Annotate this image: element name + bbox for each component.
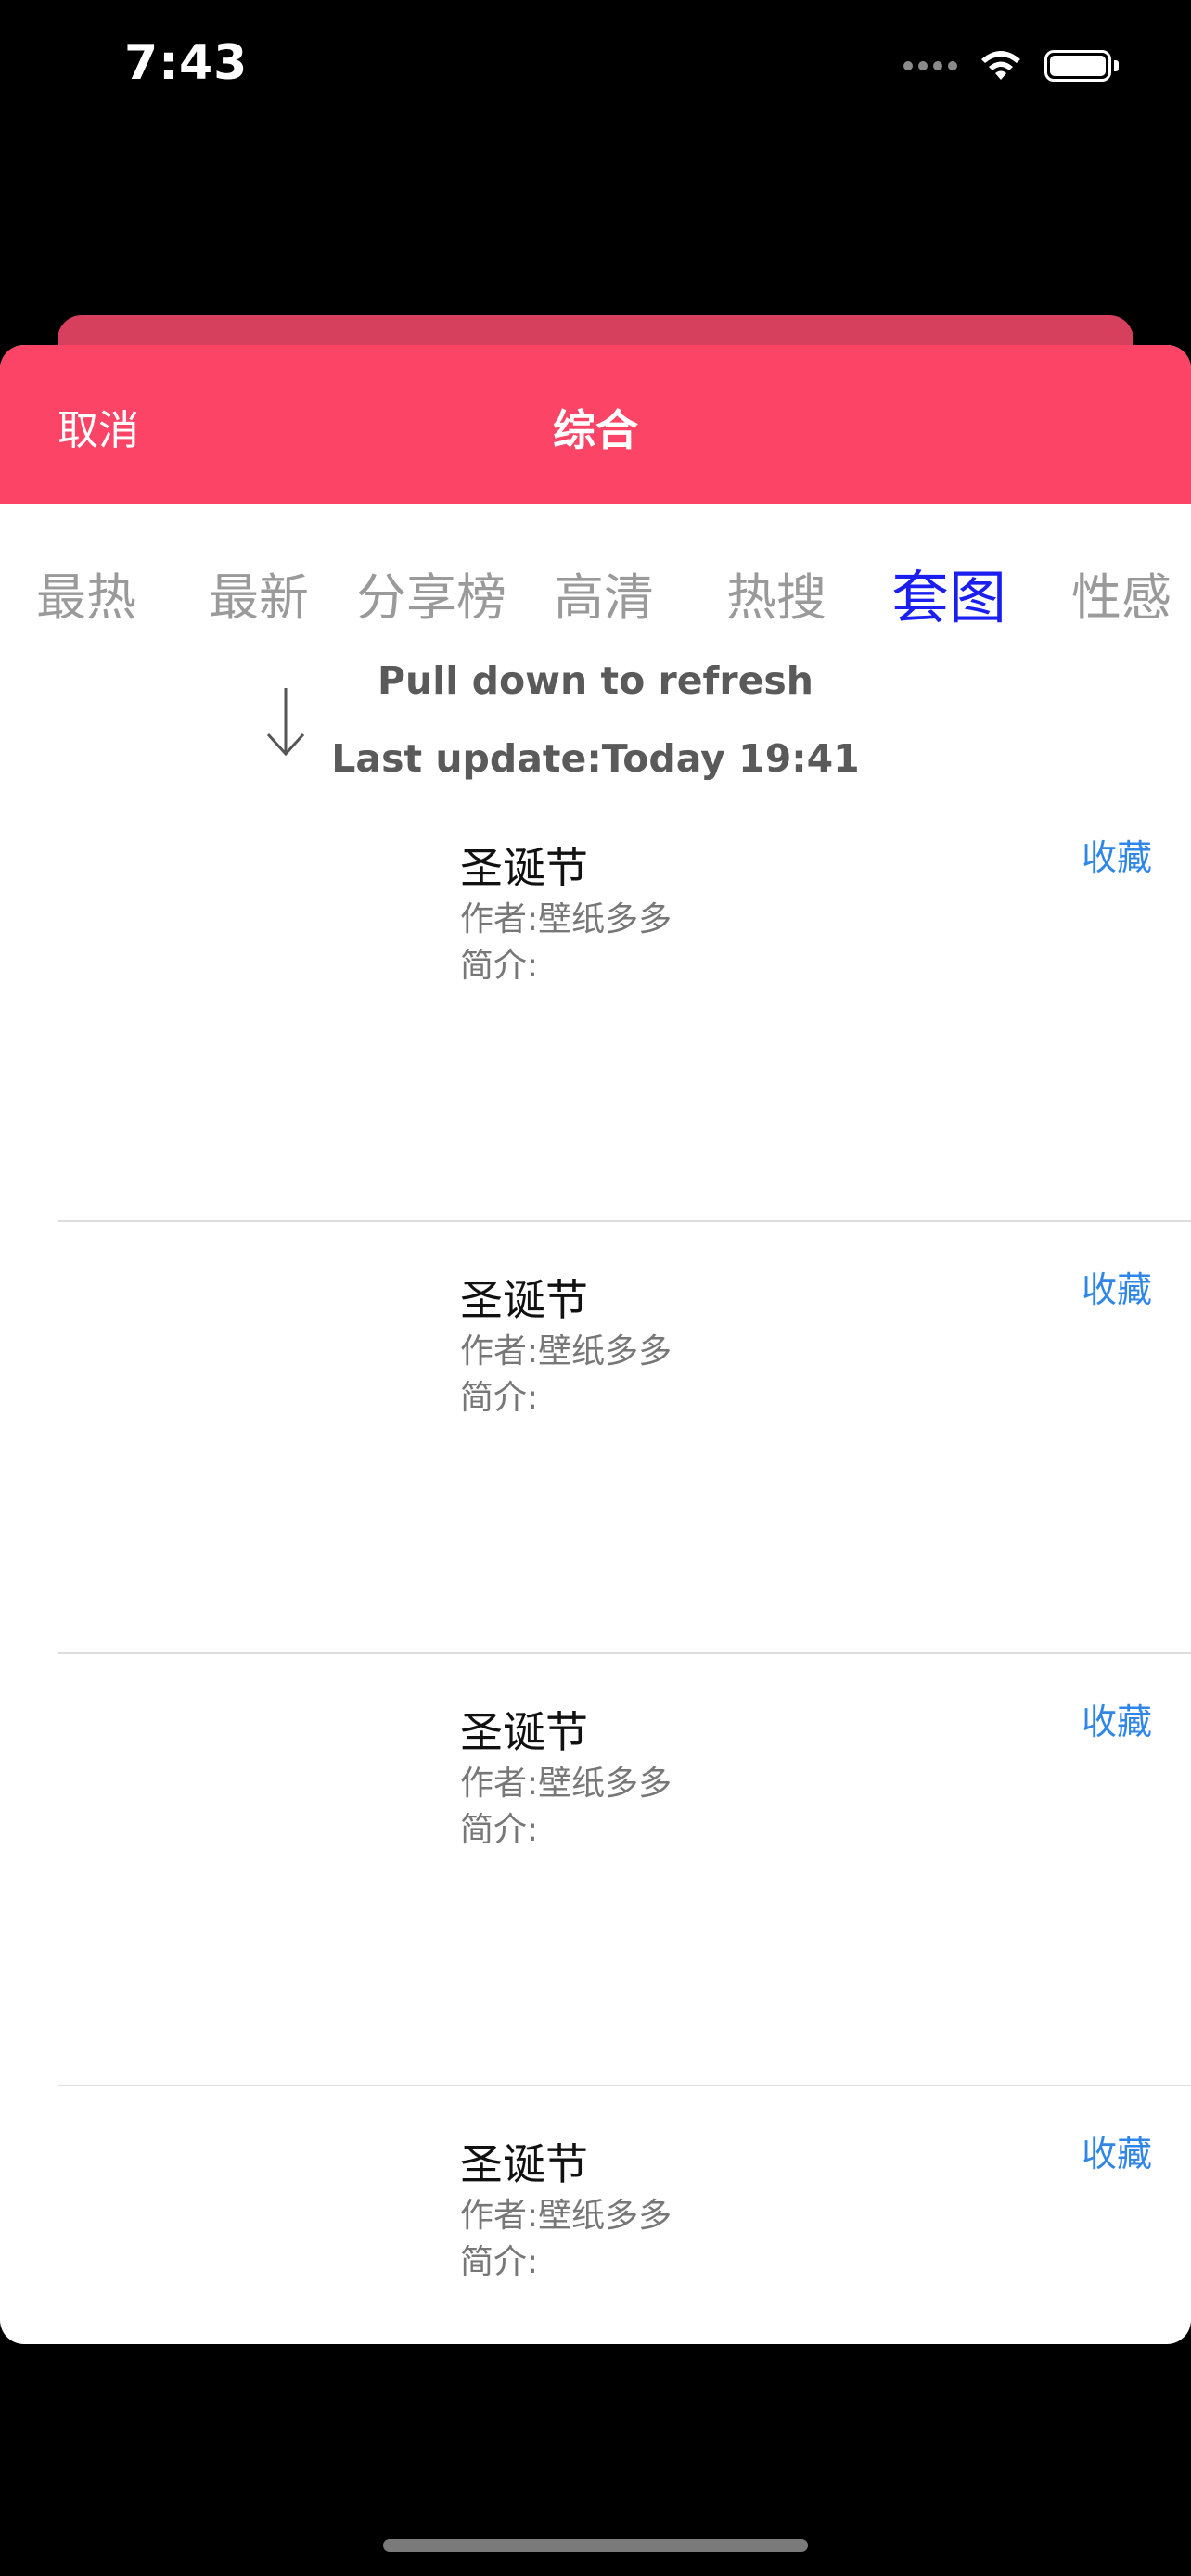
list-item[interactable]: 圣诞节 作者:壁纸多多 简介: 收藏 xyxy=(0,2086,1191,2344)
battery-icon xyxy=(1044,50,1119,82)
sheet-header: 取消 综合 xyxy=(0,345,1191,504)
category-sheet: 取消 综合 最热 最新 分享榜 高清 热搜 套图 性感 Pull down to… xyxy=(0,345,1191,2344)
item-title: 圣诞节 xyxy=(460,1707,588,1757)
item-intro: 简介: xyxy=(460,2243,539,2281)
photo-set-list: 圣诞节 作者:壁纸多多 简介: 收藏 圣诞节 作者:壁纸多多 简介: 收藏 圣诞… xyxy=(0,790,1191,2344)
status-icons xyxy=(903,48,1119,83)
list-item[interactable]: 圣诞节 作者:壁纸多多 简介: 收藏 xyxy=(0,790,1191,1222)
item-author: 作者:壁纸多多 xyxy=(460,2197,672,2235)
item-author: 作者:壁纸多多 xyxy=(460,900,672,938)
item-thumbnail[interactable] xyxy=(58,827,391,1180)
item-intro: 简介: xyxy=(460,1811,539,1849)
item-thumbnail[interactable] xyxy=(58,1259,391,1612)
tab-sexy[interactable]: 性感 xyxy=(1035,556,1191,630)
item-author: 作者:壁纸多多 xyxy=(460,1765,672,1803)
tab-hd[interactable]: 高清 xyxy=(518,556,690,630)
sheet-title: 综合 xyxy=(553,405,638,455)
home-indicator[interactable] xyxy=(383,2539,808,2552)
tab-newest[interactable]: 最新 xyxy=(173,556,345,630)
item-author: 作者:壁纸多多 xyxy=(460,1333,672,1371)
favorite-button[interactable]: 收藏 xyxy=(1082,1261,1152,1312)
favorite-button[interactable]: 收藏 xyxy=(1082,829,1152,880)
last-update-text: Last update:Today 19:41 xyxy=(331,736,860,781)
wifi-icon xyxy=(978,48,1024,83)
tab-share-ranking[interactable]: 分享榜 xyxy=(345,556,518,630)
favorite-button[interactable]: 收藏 xyxy=(1082,1693,1152,1744)
item-title: 圣诞节 xyxy=(460,1275,588,1325)
tab-photo-sets[interactable]: 套图 xyxy=(863,551,1035,634)
category-tabs: 最热 最新 分享榜 高清 热搜 套图 性感 xyxy=(0,556,1191,631)
item-thumbnail[interactable] xyxy=(58,1691,391,2044)
status-time: 7:43 xyxy=(124,35,249,91)
list-item[interactable]: 圣诞节 作者:壁纸多多 简介: 收藏 xyxy=(0,1222,1191,1654)
signal-dots-icon xyxy=(903,61,957,70)
list-item[interactable]: 圣诞节 作者:壁纸多多 简介: 收藏 xyxy=(0,1654,1191,2086)
item-thumbnail[interactable] xyxy=(58,2123,391,2344)
item-intro: 简介: xyxy=(460,1379,539,1417)
item-title: 圣诞节 xyxy=(460,2139,588,2189)
tab-hot-search[interactable]: 热搜 xyxy=(690,556,863,630)
pull-to-refresh-text: Pull down to refresh xyxy=(378,658,813,703)
item-intro: 简介: xyxy=(460,947,539,985)
item-title: 圣诞节 xyxy=(460,843,588,893)
tab-hottest[interactable]: 最热 xyxy=(0,556,173,630)
favorite-button[interactable]: 收藏 xyxy=(1082,2125,1152,2176)
